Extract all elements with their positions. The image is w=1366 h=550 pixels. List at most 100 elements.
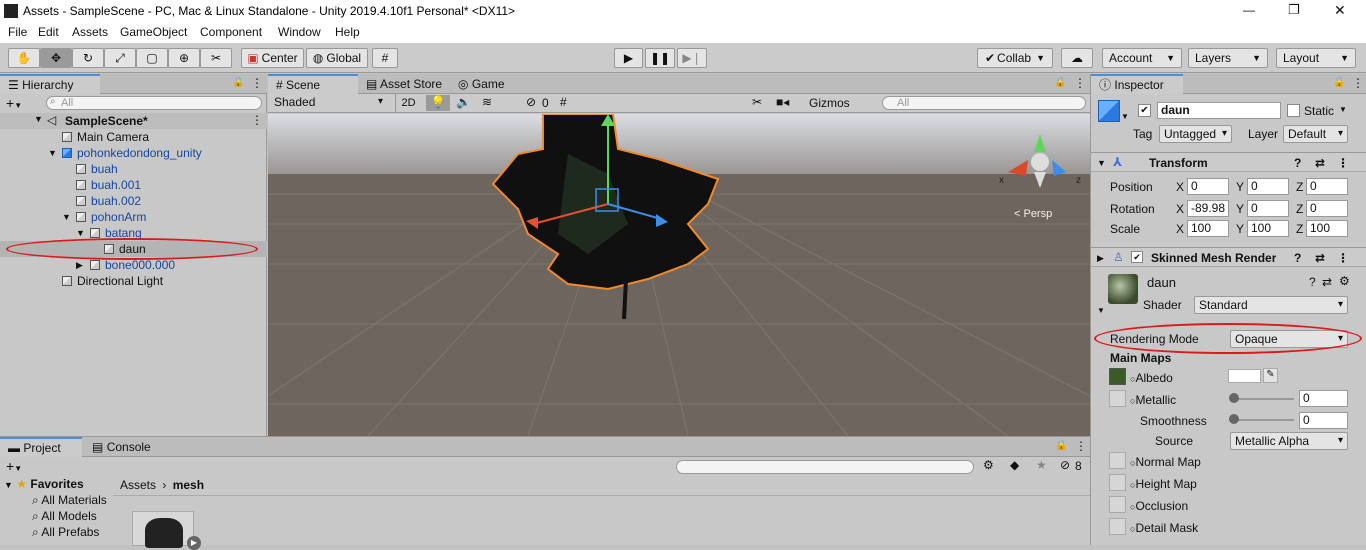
help-icon[interactable]: ? [1294,249,1301,267]
list-item[interactable]: buah [0,161,267,177]
list-item[interactable]: ▼ batang [0,225,267,241]
preset-icon[interactable]: ⇄ [1315,249,1325,267]
create-button[interactable]: +▼ [6,95,22,111]
scene-viewport[interactable]: x z < Persp [268,114,1090,436]
panel-menu-icon[interactable]: ⋮ [251,76,263,90]
favorites-header[interactable]: ▼ ★ Favorites [4,477,84,491]
favorite-item[interactable]: ⌕ All Materials [32,493,107,508]
menu-gameobject[interactable]: GameObject [120,25,187,39]
camera-icon[interactable]: ■◂ [776,95,789,109]
pause-button[interactable]: ❚❚ [645,48,675,68]
move-tool-icon[interactable]: ✥ [40,48,72,68]
albedo-texture-slot[interactable] [1109,368,1126,385]
lock-icon[interactable]: 🔒 [1333,77,1345,88]
component-menu-icon[interactable]: ⋮ [1337,154,1349,172]
maximize-button[interactable]: ❐ [1288,2,1300,18]
tab-console[interactable]: ▤ Console [84,437,164,457]
breadcrumb-item[interactable]: mesh [173,478,204,492]
play-button[interactable]: ▶ [614,48,643,68]
rotation-y-field[interactable]: 0 [1247,200,1289,217]
rotation-x-field[interactable]: -89.98 [1187,200,1229,217]
chevron-down-icon[interactable]: ▼ [1121,112,1129,121]
chevron-down-icon[interactable]: ▼ [1097,306,1105,315]
scale-x-field[interactable]: 100 [1187,220,1229,237]
smoothness-slider-thumb[interactable] [1229,414,1239,424]
step-button[interactable]: ▶❘ [677,48,707,68]
grid-icon[interactable]: # [560,95,567,109]
audio-icon[interactable]: 🔈 [456,95,471,109]
chevron-down-icon[interactable]: ▼ [76,225,85,241]
menu-help[interactable]: Help [335,25,360,39]
menu-window[interactable]: Window [278,25,321,39]
chevron-down-icon[interactable]: ▼ [62,209,71,225]
cloud-icon[interactable]: ☁ [1061,48,1093,68]
asset-thumbnail[interactable]: ▶ [132,511,201,550]
transform-tool-icon[interactable]: ⊕ [168,48,200,68]
list-item[interactable]: ▼ pohonArm [0,209,267,225]
tab-hierarchy[interactable]: ☰ Hierarchy [0,74,100,94]
effects-icon[interactable]: ≋ [482,95,492,109]
hand-tool-icon[interactable]: ✋ [8,48,40,68]
project-create-button[interactable]: +▼ [6,458,22,474]
lock-icon[interactable]: 🔒 [1054,77,1066,88]
list-item[interactable]: ▼ pohonkedondong_unity [0,145,267,161]
menu-assets[interactable]: Assets [72,25,108,39]
chevron-down-icon[interactable]: ▼ [1339,105,1347,114]
scale-tool-icon[interactable]: ⤢ [104,48,136,68]
menu-file[interactable]: File [8,25,27,39]
panel-menu-icon[interactable]: ⋮ [1352,76,1364,90]
list-item[interactable]: ▶ bone000.000 [0,257,267,273]
height-map-slot[interactable] [1109,474,1126,491]
lighting-icon[interactable]: 💡 [426,95,450,111]
search-by-label-icon[interactable]: ◆ [1010,458,1019,472]
albedo-color-swatch[interactable] [1228,369,1261,383]
menu-edit[interactable]: Edit [38,25,59,39]
smoothness-field[interactable]: 0 [1299,412,1348,429]
rotation-z-field[interactable]: 0 [1306,200,1348,217]
hidden-packages-icon[interactable]: ⊘ [1060,458,1070,472]
panel-menu-icon[interactable]: ⋮ [1074,76,1086,90]
favorite-item[interactable]: ⌕ All Prefabs [32,525,99,540]
tag-dropdown[interactable]: Untagged [1159,125,1232,143]
component-enabled-checkbox[interactable]: ✔ [1131,251,1143,263]
eyedropper-icon[interactable]: ✎ [1263,368,1278,383]
2d-toggle[interactable]: 2D [395,94,421,112]
lock-icon[interactable]: 🔒 [232,77,244,88]
preset-icon[interactable]: ⇄ [1315,154,1325,172]
pivot-center-button[interactable]: ▣ Center [241,48,304,68]
play-preview-icon[interactable]: ▶ [187,536,201,550]
chevron-right-icon[interactable]: ▶ [76,257,83,273]
help-icon[interactable]: ? [1309,275,1316,289]
metallic-field[interactable]: 0 [1299,390,1348,407]
breadcrumb-item[interactable]: Assets [120,478,156,492]
help-icon[interactable]: ? [1294,154,1301,172]
collab-button[interactable]: ✔ Collab ▼ [977,48,1053,68]
static-checkbox[interactable] [1287,104,1300,117]
tab-asset-store[interactable]: ▤ Asset Store [358,74,446,94]
list-item[interactable]: Directional Light [0,273,267,289]
shading-mode-dropdown[interactable]: Shaded [270,94,387,112]
list-item[interactable]: buah.002 [0,193,267,209]
scene-search-input[interactable]: All [882,96,1086,110]
hidden-objects-icon[interactable]: ⊘ [526,95,536,109]
lock-icon[interactable]: 🔒 [1055,440,1067,451]
list-item-selected[interactable]: daun [0,241,267,257]
active-checkbox[interactable]: ✔ [1138,104,1151,117]
position-y-field[interactable]: 0 [1247,178,1289,195]
panel-menu-icon[interactable]: ⋮ [1075,439,1087,453]
space-global-button[interactable]: ◍ Global [306,48,368,68]
occlusion-slot[interactable] [1109,496,1126,513]
scale-y-field[interactable]: 100 [1247,220,1289,237]
tab-inspector[interactable]: ⓘ Inspector [1091,74,1183,94]
metallic-slider[interactable] [1232,398,1294,400]
scene-header-row[interactable]: ▼ ◁ SampleScene* ⋮ [0,113,267,129]
object-name-input[interactable]: daun [1157,102,1281,119]
scene-menu-icon[interactable]: ⋮ [251,113,263,127]
favorite-item[interactable]: ⌕ All Models [32,509,97,524]
gear-icon[interactable]: ⚙ [1339,274,1350,288]
list-item[interactable]: Main Camera [0,129,267,145]
rotate-tool-icon[interactable]: ↻ [72,48,104,68]
gizmos-dropdown[interactable]: Gizmos [809,96,850,110]
source-dropdown[interactable]: Metallic Alpha [1230,432,1348,450]
position-z-field[interactable]: 0 [1306,178,1348,195]
